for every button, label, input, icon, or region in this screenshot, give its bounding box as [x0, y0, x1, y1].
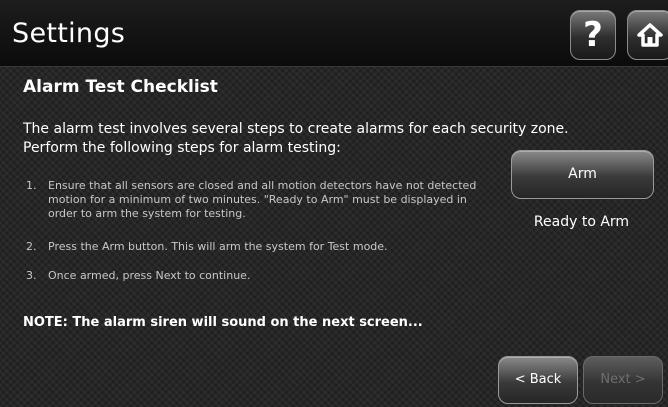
back-button[interactable]: < Back: [498, 356, 578, 404]
question-mark-icon: ?: [583, 15, 603, 55]
step-number: 1.: [26, 179, 37, 192]
page-title: Settings: [12, 18, 126, 49]
step-number: 3.: [26, 269, 37, 282]
help-button[interactable]: ?: [570, 10, 616, 60]
next-button[interactable]: Next >: [583, 356, 663, 404]
arm-button[interactable]: Arm: [511, 150, 654, 199]
section-title: Alarm Test Checklist: [23, 77, 218, 97]
settings-screen: Settings ? Alarm Test Checklist The alar…: [0, 0, 668, 407]
step-item: 1. Ensure that all sensors are closed an…: [26, 179, 476, 223]
step-text: Ensure that all sensors are closed and a…: [48, 179, 477, 220]
step-text: Once armed, press Next to continue.: [48, 269, 251, 282]
step-item: 2. Press the Arm button. This will arm t…: [26, 240, 476, 256]
header-bar: Settings ?: [0, 0, 668, 66]
arm-status: Ready to Arm: [533, 214, 630, 230]
step-number: 2.: [26, 240, 37, 253]
step-item: 3. Once armed, press Next to continue.: [26, 269, 476, 285]
home-icon: [637, 23, 663, 47]
siren-note: NOTE: The alarm siren will sound on the …: [23, 315, 423, 330]
home-button[interactable]: [627, 10, 668, 60]
intro-text: The alarm test involves several steps to…: [23, 121, 569, 156]
step-text: Press the Arm button. This will arm the …: [48, 240, 388, 253]
